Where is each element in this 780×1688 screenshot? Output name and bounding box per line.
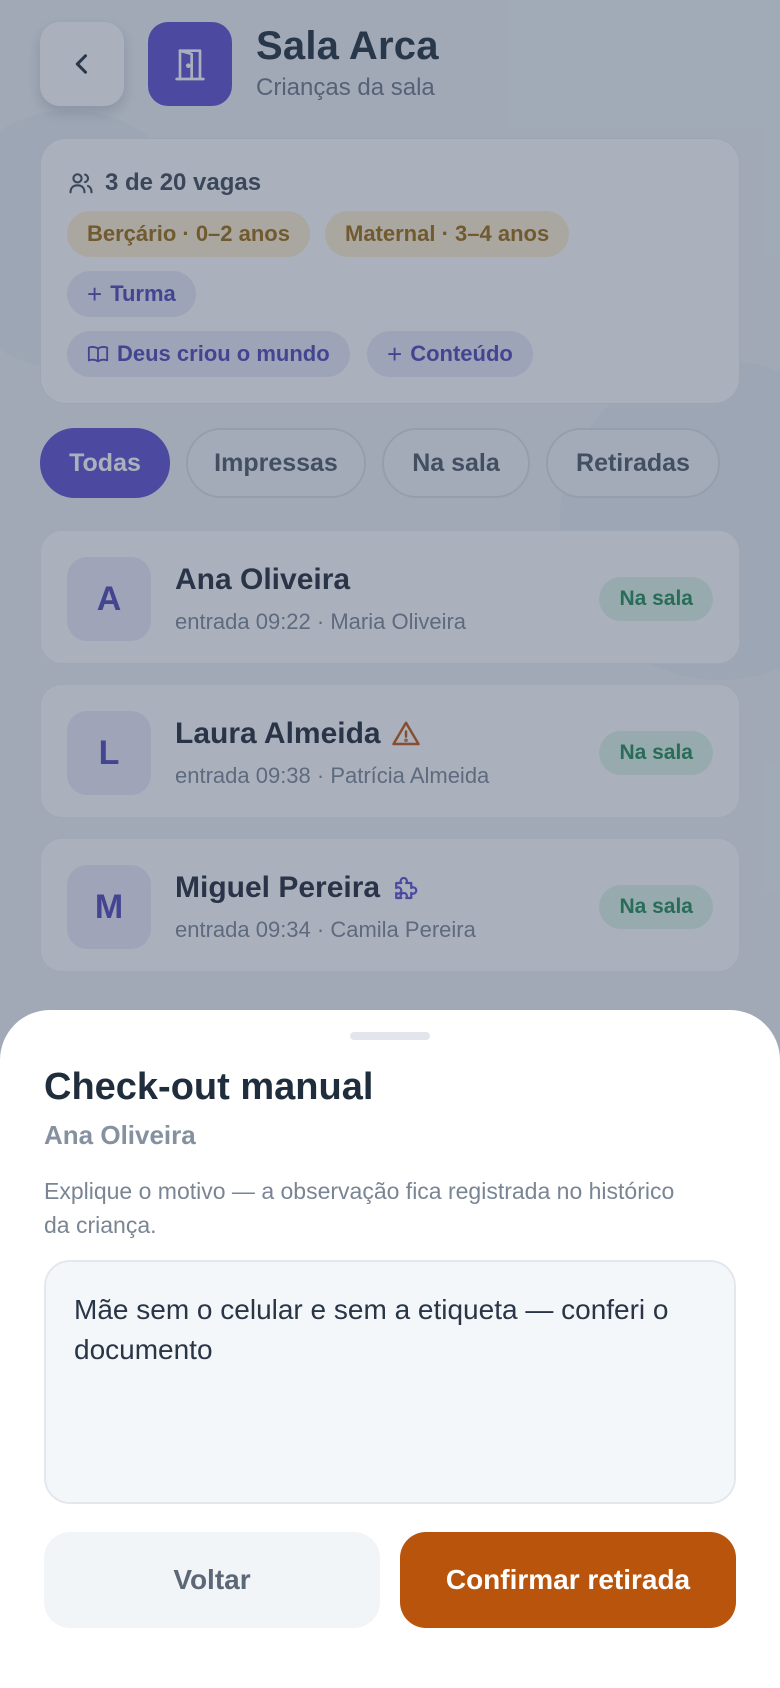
checkout-bottom-sheet: Check-out manual Ana Oliveira Explique o… xyxy=(0,1010,780,1688)
checkout-reason-input[interactable]: Mãe sem o celular e sem a etiqueta — con… xyxy=(44,1260,736,1504)
sheet-title: Check-out manual xyxy=(44,1066,374,1108)
confirm-checkout-button[interactable]: Confirmar retirada xyxy=(400,1532,736,1628)
sheet-child-name: Ana Oliveira xyxy=(44,1120,196,1150)
back-button-sheet[interactable]: Voltar xyxy=(44,1532,380,1628)
sheet-description: Explique o motivo — a observação fica re… xyxy=(44,1178,675,1238)
sheet-drag-handle[interactable] xyxy=(350,1032,430,1040)
